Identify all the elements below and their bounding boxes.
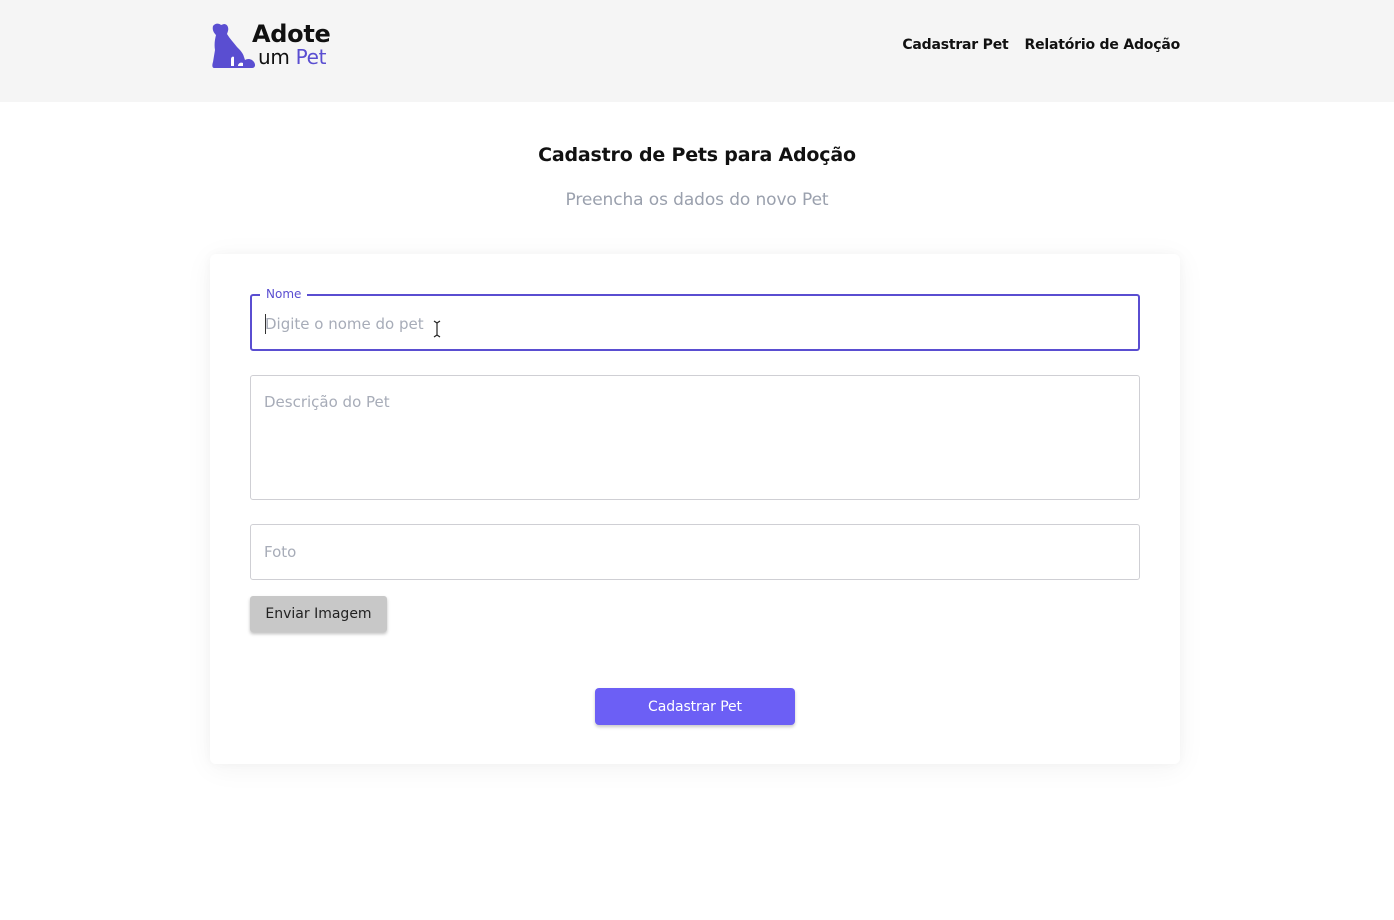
dog-icon	[212, 23, 256, 68]
page-title: Cadastro de Pets para Adoção	[538, 144, 856, 166]
submit-pet-button[interactable]: Cadastrar Pet	[595, 688, 795, 725]
site-header: Adote um Pet Cadastrar Pet Relatório de …	[0, 0, 1394, 102]
upload-image-button[interactable]: Enviar Imagem	[250, 596, 387, 632]
name-field-label: Nome	[260, 286, 308, 302]
brand-subtitle-accent: Pet	[295, 45, 327, 69]
pet-form-card: Nome Enviar Imagem Cadastrar Pet	[210, 254, 1180, 764]
page-subtitle: Preencha os dados do novo Pet	[565, 190, 829, 210]
text-caret	[265, 314, 266, 334]
brand-title: Adote	[252, 20, 331, 48]
brand-logo[interactable]: Adote um Pet	[210, 20, 350, 70]
main-nav: Cadastrar Pet Relatório de Adoção	[902, 35, 1180, 55]
name-input[interactable]	[265, 313, 1126, 335]
nav-link-relatorio-adocao[interactable]: Relatório de Adoção	[1025, 37, 1181, 53]
brand-subtitle-prefix: um	[258, 45, 290, 69]
nav-link-cadastrar-pet[interactable]: Cadastrar Pet	[902, 37, 1008, 53]
brand-subtitle: um Pet	[258, 45, 327, 69]
description-input[interactable]	[264, 393, 1127, 483]
photo-input[interactable]	[264, 541, 1127, 563]
description-field[interactable]	[250, 375, 1140, 500]
photo-field[interactable]	[250, 524, 1140, 580]
text-cursor-icon	[433, 320, 441, 338]
name-field[interactable]: Nome	[250, 286, 1140, 351]
